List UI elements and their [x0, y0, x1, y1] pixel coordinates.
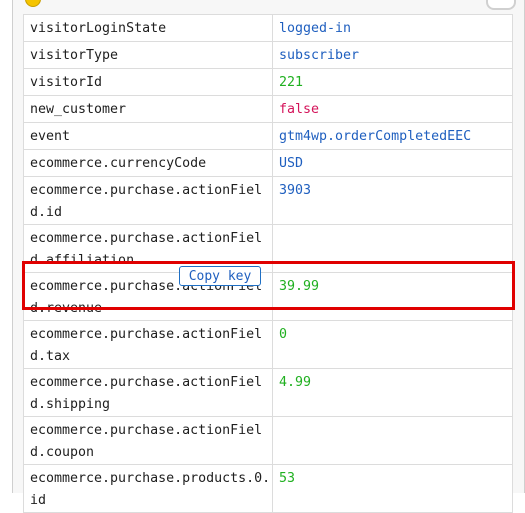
value-cell: 4.99: [272, 368, 513, 417]
value-text: logged-in: [279, 21, 352, 36]
value-cell: 3903: [272, 176, 513, 225]
value-cell: logged-in: [272, 14, 513, 42]
copy-key-button[interactable]: Copy key: [179, 266, 261, 286]
datalayer-table: visitorLoginState logged-in visitorType …: [23, 14, 513, 513]
key-text: ecommerce.purchase.actionField.tax: [30, 327, 263, 364]
value-cell: [272, 416, 513, 465]
value-cell: 221: [272, 68, 513, 96]
value-text: 39.99: [279, 279, 320, 294]
key-cell: visitorLoginState: [23, 14, 273, 42]
value-text: 3903: [279, 183, 312, 198]
key-cell: visitorType: [23, 41, 273, 69]
table-row: ecommerce.purchase.actionField.coupon: [23, 416, 513, 465]
table-row: visitorId 221: [23, 68, 513, 96]
table-row: ecommerce.purchase.actionField.tax 0: [23, 320, 513, 369]
value-text: gtm4wp.orderCompletedEEC: [279, 129, 472, 144]
table-row: new_customer false: [23, 95, 513, 123]
key-text: visitorType: [30, 48, 119, 63]
toggle-control[interactable]: [486, 0, 516, 10]
key-text: event: [30, 129, 71, 144]
key-text: ecommerce.purchase.actionField.coupon: [30, 423, 263, 460]
value-text: 221: [279, 75, 304, 90]
value-cell: 39.99: [272, 272, 513, 321]
key-cell: ecommerce.purchase.actionField.shipping: [23, 368, 273, 417]
key-cell: visitorId: [23, 68, 273, 96]
key-cell: ecommerce.purchase.actionField.tax: [23, 320, 273, 369]
value-cell: 53: [272, 464, 513, 513]
table-row: event gtm4wp.orderCompletedEEC: [23, 122, 513, 150]
key-text: ecommerce.purchase.products.0.id: [30, 471, 271, 508]
value-text: false: [279, 102, 320, 117]
value-cell: [272, 224, 513, 273]
value-cell: subscriber: [272, 41, 513, 69]
value-cell: USD: [272, 149, 513, 177]
key-text: new_customer: [30, 102, 127, 117]
key-text: visitorId: [30, 75, 103, 90]
key-text: ecommerce.purchase.actionField.shipping: [30, 375, 263, 412]
value-cell: 0: [272, 320, 513, 369]
value-cell: false: [272, 95, 513, 123]
key-cell: event: [23, 122, 273, 150]
value-cell: gtm4wp.orderCompletedEEC: [272, 122, 513, 150]
value-text: 53: [279, 471, 296, 486]
table-row: ecommerce.purchase.actionField.id 3903: [23, 176, 513, 225]
table-row: ecommerce.purchase.actionField.shipping …: [23, 368, 513, 417]
key-cell: ecommerce.purchase.actionField.id: [23, 176, 273, 225]
value-text: 4.99: [279, 375, 312, 390]
key-cell: new_customer: [23, 95, 273, 123]
key-cell: ecommerce.purchase.actionField.coupon: [23, 416, 273, 465]
value-text: subscriber: [279, 48, 360, 63]
table-row: ecommerce.currencyCode USD: [23, 149, 513, 177]
table-row: ecommerce.purchase.products.0.id 53: [23, 464, 513, 513]
table-row: visitorType subscriber: [23, 41, 513, 69]
value-text: 0: [279, 327, 288, 342]
key-text: ecommerce.purchase.actionField.id: [30, 183, 263, 220]
table-row: ecommerce.purchase.actionField.affiliati…: [23, 224, 513, 273]
table-row-highlighted[interactable]: ecommerce.purchase.actionField.revenue 3…: [23, 272, 513, 321]
key-cell: ecommerce.purchase.products.0.id: [23, 464, 273, 513]
table-row: visitorLoginState logged-in: [23, 14, 513, 42]
key-text: ecommerce.currencyCode: [30, 156, 207, 171]
value-text: USD: [279, 156, 304, 171]
key-text: visitorLoginState: [30, 21, 167, 36]
key-cell: ecommerce.currencyCode: [23, 149, 273, 177]
